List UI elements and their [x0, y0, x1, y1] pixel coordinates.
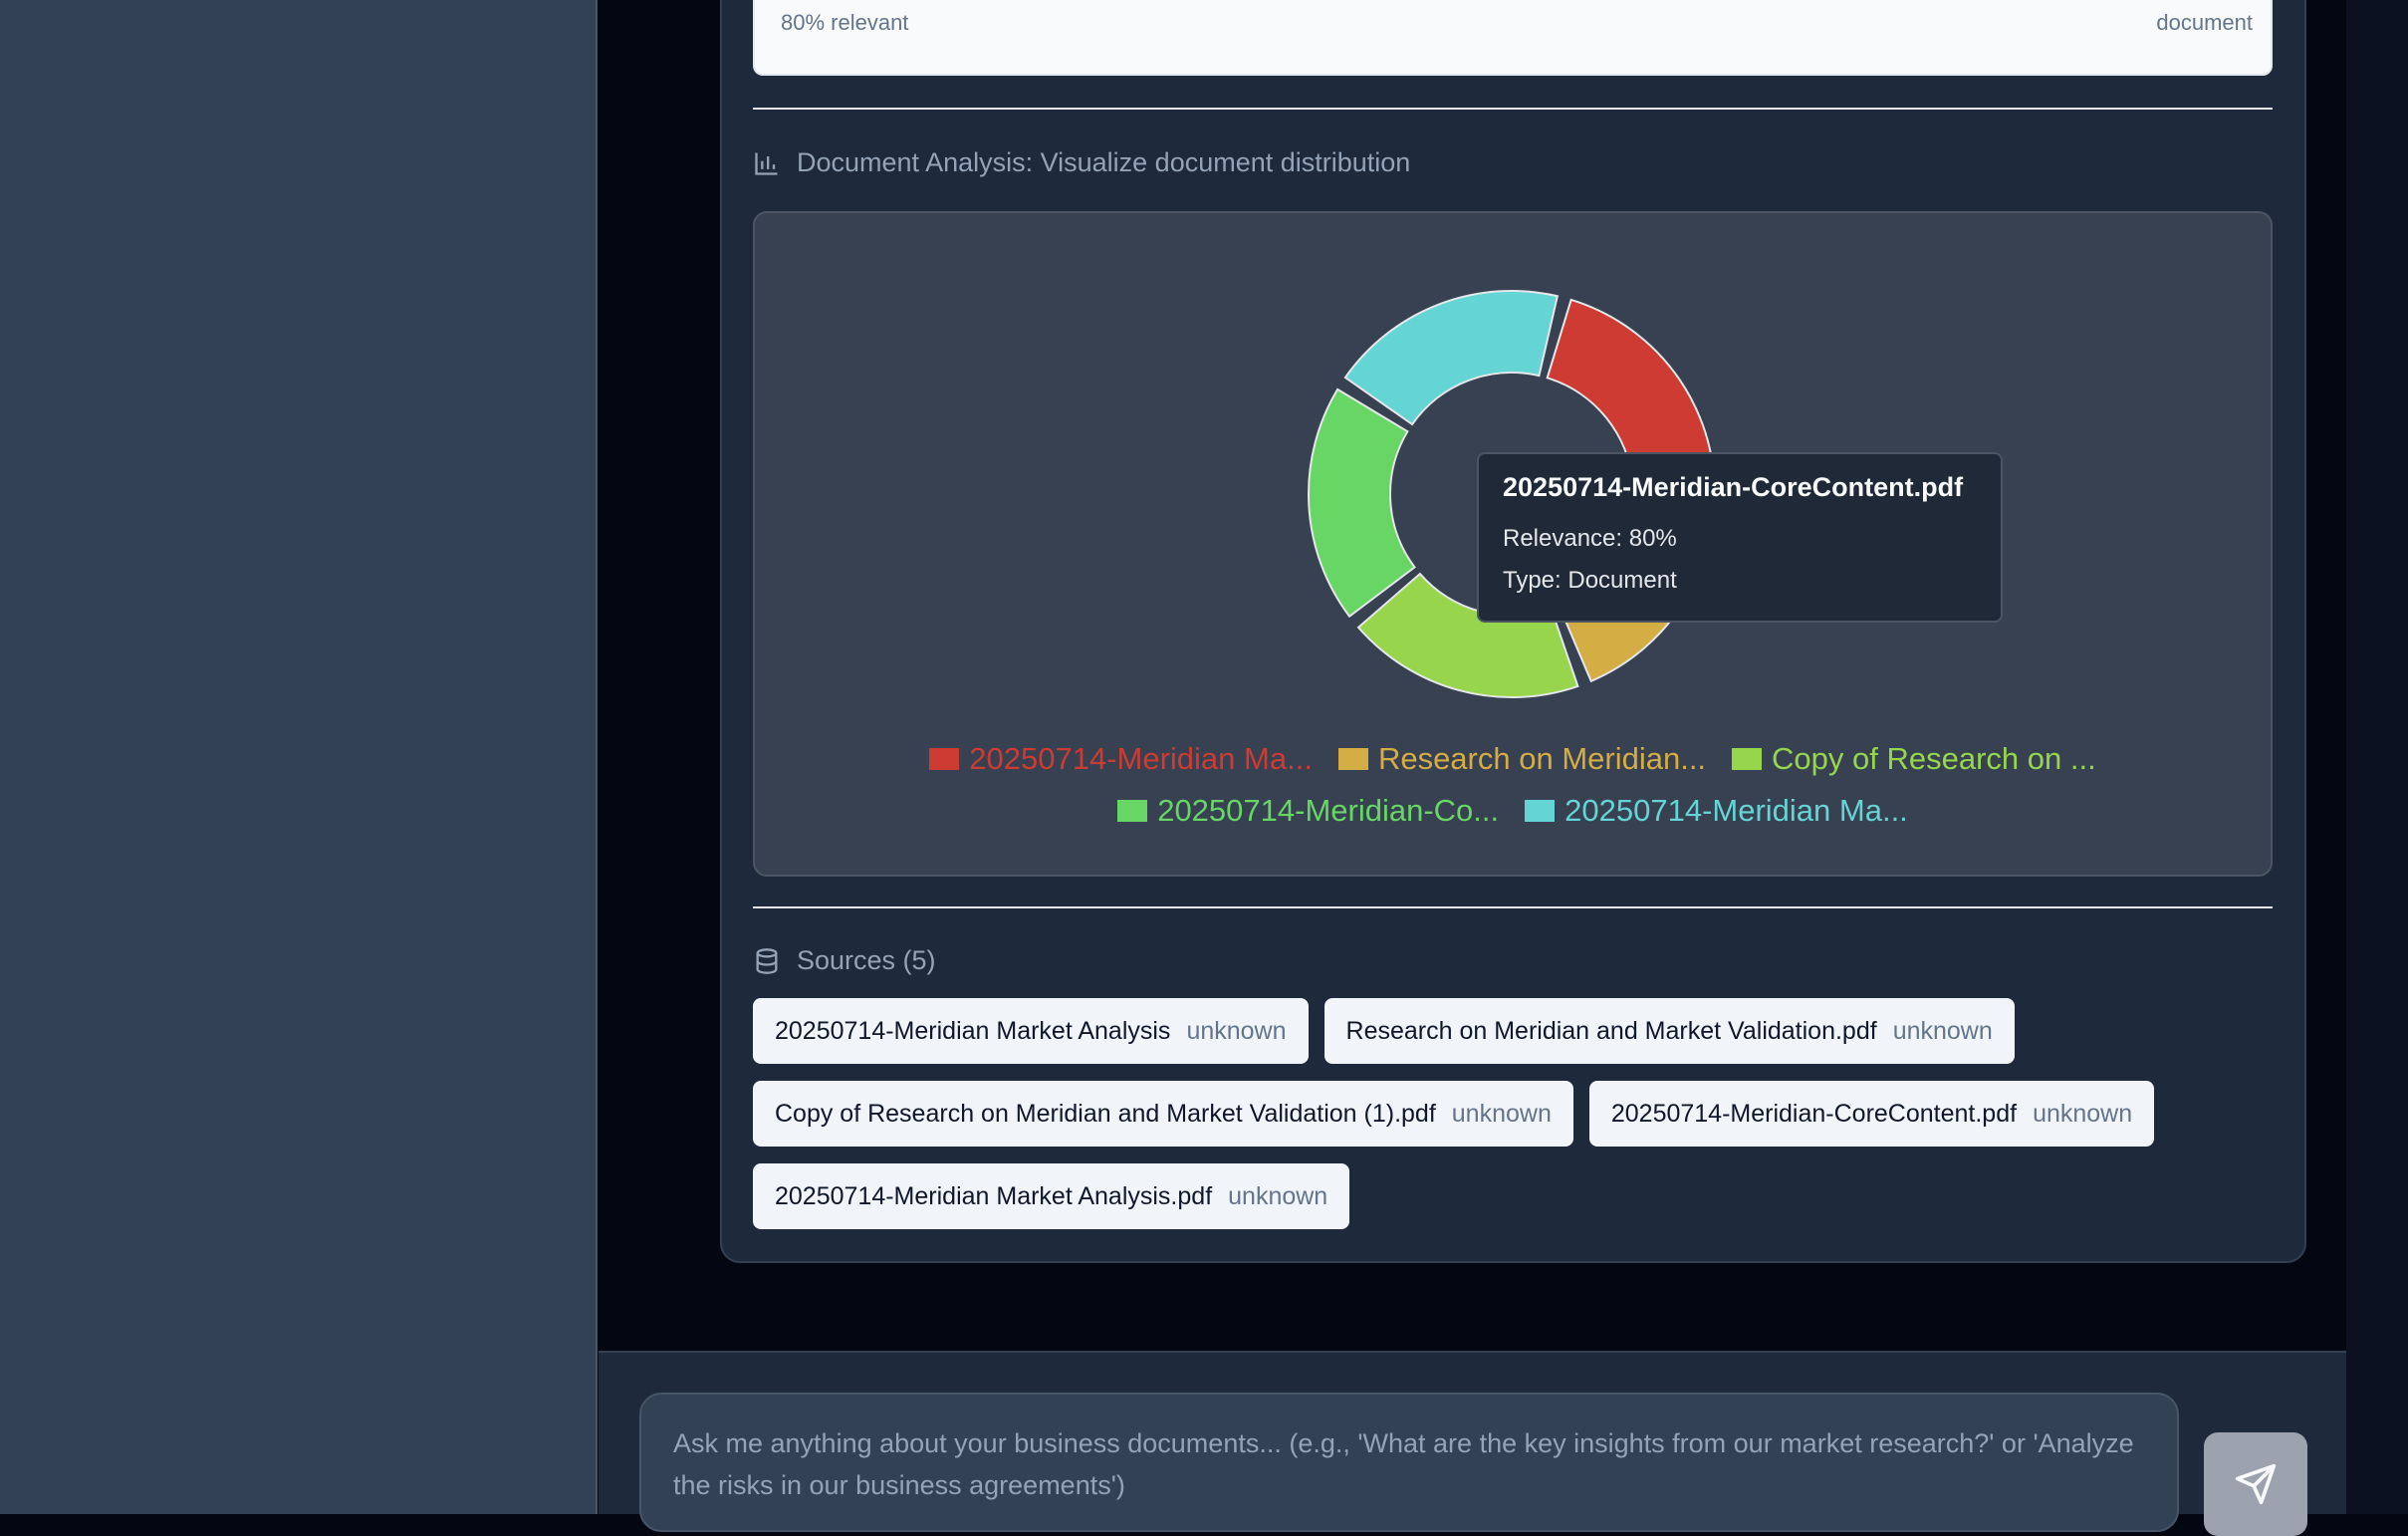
right-gutter: [2346, 0, 2408, 1514]
legend-item[interactable]: 20250714-Meridian Ma...: [1525, 791, 1908, 831]
legend-swatch: [929, 748, 960, 770]
database-icon: [756, 947, 778, 974]
legend-item[interactable]: Research on Meridian...: [1337, 739, 1707, 779]
bar-chart-icon: [755, 152, 778, 175]
donut-slice[interactable]: [1343, 290, 1560, 426]
chart-tooltip: 20250714-Meridian-CoreContent.pdf Releva…: [1477, 452, 2003, 623]
source-status: unknown: [1451, 1099, 1552, 1128]
source-chip[interactable]: 20250714-Meridian-CoreContent.pdf unknown: [1588, 1081, 2155, 1147]
analysis-title: Document Analysis: Visualize document di…: [797, 147, 1411, 177]
divider: [753, 108, 2273, 110]
tooltip-title: 20250714-Meridian-CoreContent.pdf: [1503, 472, 1964, 502]
search-result-card[interactable]: 80% relevant document: [753, 0, 2273, 76]
source-chip[interactable]: Copy of Research on Meridian and Market …: [753, 1081, 1573, 1147]
legend-label: Research on Meridian...: [1377, 741, 1707, 776]
chat-input-placeholder: Ask me anything about your business docu…: [673, 1428, 2134, 1500]
sources-list: 20250714-Meridian Market Analysis unknown…: [753, 998, 2306, 1229]
legend-swatch: [1337, 748, 1368, 770]
source-name: 20250714-Meridian Market Analysis.pdf: [775, 1181, 1213, 1210]
sidebar: [0, 0, 598, 1514]
source-name: Copy of Research on Meridian and Market …: [775, 1099, 1436, 1128]
chat-input[interactable]: Ask me anything about your business docu…: [639, 1393, 2179, 1532]
legend-swatch: [1732, 748, 1763, 770]
tooltip-relevance: Relevance: 80%: [1503, 525, 1677, 552]
result-type-text: document: [2156, 10, 2253, 35]
legend-item[interactable]: Copy of Research on ...: [1732, 739, 2096, 779]
source-name: Research on Meridian and Market Validati…: [1345, 1016, 1877, 1045]
divider: [753, 906, 2273, 908]
legend-label: 20250714-Meridian Ma...: [969, 741, 1313, 776]
source-status: unknown: [2033, 1099, 2133, 1128]
legend-label: Copy of Research on ...: [1772, 741, 2096, 776]
sources-section-title: Sources (5): [753, 945, 936, 976]
send-button[interactable]: [2204, 1432, 2307, 1536]
source-chip[interactable]: 20250714-Meridian Market Analysis unknown: [753, 998, 1309, 1064]
source-chip[interactable]: 20250714-Meridian Market Analysis.pdf unk…: [753, 1163, 1350, 1229]
source-name: 20250714-Meridian Market Analysis: [775, 1016, 1171, 1045]
chart-legend: 20250714-Meridian Ma... Research on Merid…: [755, 739, 2271, 831]
legend-label: 20250714-Meridian Ma...: [1565, 793, 1908, 828]
legend-swatch: [1525, 800, 1556, 822]
source-status: unknown: [1186, 1016, 1287, 1045]
analysis-section-title: Document Analysis: Visualize document di…: [753, 147, 1410, 178]
legend-item[interactable]: 20250714-Meridian Ma...: [929, 739, 1313, 779]
relevance-text: 80% relevant: [781, 10, 909, 35]
source-chip[interactable]: Research on Meridian and Market Validati…: [1324, 998, 2015, 1064]
source-status: unknown: [1892, 1016, 1993, 1045]
source-status: unknown: [1228, 1181, 1328, 1210]
tooltip-type: Type: Document: [1503, 567, 1677, 594]
legend-label: 20250714-Meridian-Co...: [1157, 793, 1500, 828]
legend-item[interactable]: 20250714-Meridian-Co...: [1117, 791, 1499, 831]
donut-slice[interactable]: [1308, 387, 1416, 619]
sources-title: Sources (5): [797, 945, 936, 975]
send-icon: [2235, 1463, 2277, 1505]
source-name: 20250714-Meridian-CoreContent.pdf: [1610, 1099, 2018, 1128]
legend-swatch: [1117, 800, 1148, 822]
